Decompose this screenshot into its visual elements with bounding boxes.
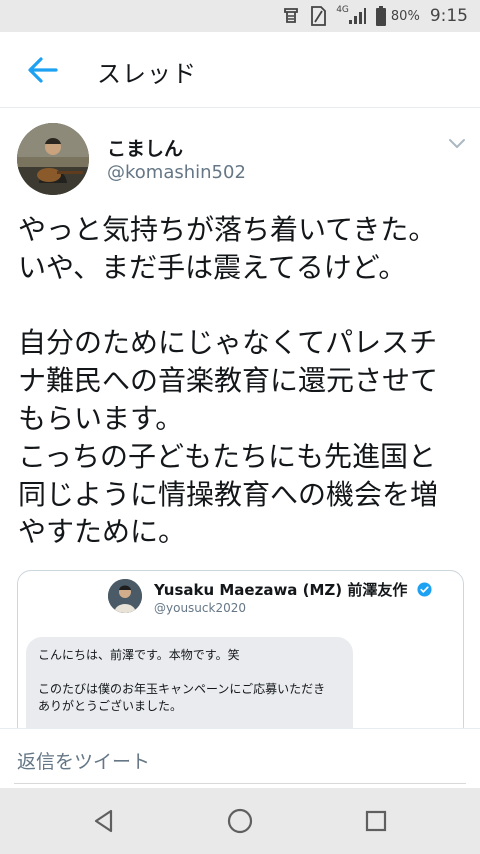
battery-icon xyxy=(375,6,387,26)
signal-icon: 4G xyxy=(336,5,367,26)
circle-home-icon xyxy=(227,808,253,834)
more-options-button[interactable] xyxy=(446,134,468,152)
author-handle[interactable]: @komashin502 xyxy=(107,162,246,183)
clock: 9:15 xyxy=(429,6,468,26)
network-type: 4G xyxy=(336,5,349,15)
verified-badge-icon xyxy=(417,582,432,597)
arrow-left-icon xyxy=(28,57,58,83)
author-name[interactable]: こましん xyxy=(107,134,183,161)
message-blank-line xyxy=(38,664,341,681)
battery-percent: 80% xyxy=(390,8,420,24)
divider xyxy=(14,783,466,784)
ghost-notification-icon xyxy=(282,6,300,26)
sim-no-signal-icon xyxy=(308,5,328,27)
tweet-text-line: 同じように情操教育への機会を増 xyxy=(18,477,439,511)
quoted-avatar xyxy=(108,579,142,613)
square-recents-icon xyxy=(365,810,387,832)
tweet-text-line: ナ難民への音楽教育に還元させて xyxy=(18,364,439,398)
tweet-text-line: 自分のためにじゃなくてパレスチ xyxy=(18,326,438,360)
tweet-text: やっと気持ちが落ち着いてきた。 いや、まだ手は震えてるけど。 自分のためにじゃな… xyxy=(18,211,468,551)
tweet-text-line: もらいます。 xyxy=(18,401,184,435)
quoted-author-name: Yusaku Maezawa (MZ) 前澤友作 xyxy=(154,579,432,600)
message-line: こんにちは、前澤です。本物です。笑 xyxy=(38,648,240,662)
quoted-tweet-card[interactable]: Yusaku Maezawa (MZ) 前澤友作 @yousuck2020 こん… xyxy=(17,570,464,740)
quoted-author-name-text: Yusaku Maezawa (MZ) 前澤友作 xyxy=(154,581,408,599)
reply-input[interactable]: 返信をツイート xyxy=(17,747,150,774)
tweet-text-blank-line xyxy=(18,287,468,325)
message-bubble: こんにちは、前澤です。本物です。笑 このたびは僕のお年玉キャンペーンにご応募いた… xyxy=(26,637,353,739)
status-icons: 4G 80% 9:15 xyxy=(274,0,480,32)
app-bar: スレッド xyxy=(0,32,480,108)
chevron-down-icon xyxy=(449,139,465,148)
tweet-text-line: やすために。 xyxy=(18,515,187,549)
nav-home-button[interactable] xyxy=(225,806,255,836)
tweet-text-line: やっと気持ちが落ち着いてきた。 xyxy=(18,213,437,246)
message-line: ありがとうございました。 xyxy=(38,699,183,713)
reply-bar: 返信をツイート xyxy=(0,728,480,788)
tweet-text-line: こっちの子どもたちにも先進国と xyxy=(18,439,437,473)
message-line: このたびは僕のお年玉キャンペーンにご応募いただき xyxy=(38,682,326,696)
tweet-text-line: いや、まだ手は震えてるけど。 xyxy=(18,250,407,284)
status-bar: 4G 80% 9:15 xyxy=(0,0,480,32)
nav-back-button[interactable] xyxy=(89,806,119,836)
quoted-author-handle: @yousuck2020 xyxy=(154,601,246,615)
back-button[interactable] xyxy=(22,52,62,88)
triangle-back-icon xyxy=(94,809,113,833)
tweet-header: こましん @komashin502 xyxy=(0,108,480,200)
avatar[interactable] xyxy=(17,123,89,195)
nav-recents-button[interactable] xyxy=(361,806,391,836)
system-nav-bar xyxy=(0,788,480,854)
page-title: スレッド xyxy=(97,60,197,88)
